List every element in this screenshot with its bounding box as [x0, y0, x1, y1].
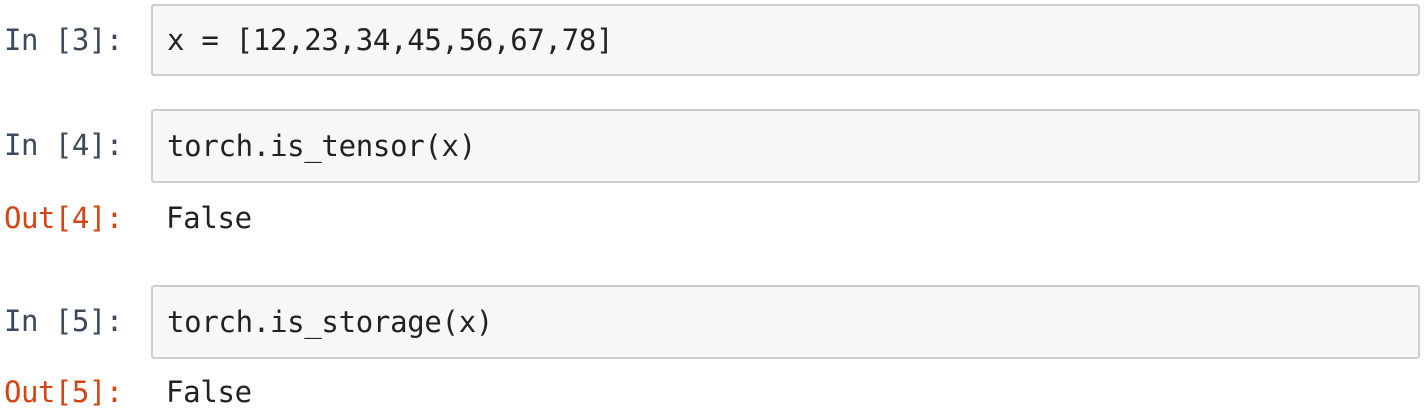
code-input-area[interactable]: torch.is_tensor(x): [151, 109, 1420, 183]
notebook-cell-5: In [5]: torch.is_storage(x) Out[5]: Fals…: [0, 284, 1425, 413]
code-line[interactable]: torch.is_storage(x): [167, 305, 493, 339]
output-text: False: [166, 201, 252, 235]
code-line[interactable]: x = [12,23,34,45,56,67,78]: [167, 23, 613, 57]
notebook-cell-3: In [3]: x = [12,23,34,45,56,67,78]: [0, 0, 1425, 90]
output-text: False: [166, 375, 252, 409]
output-prompt: Out[5]:: [4, 375, 123, 409]
notebook-cell-4: In [4]: torch.is_tensor(x) Out[4]: False: [0, 108, 1425, 238]
output-prompt: Out[4]:: [4, 201, 123, 235]
code-line[interactable]: torch.is_tensor(x): [167, 129, 476, 163]
input-prompt: In [5]:: [4, 304, 123, 338]
code-input-area[interactable]: torch.is_storage(x): [151, 285, 1420, 359]
input-prompt: In [3]:: [4, 23, 123, 57]
code-input-area[interactable]: x = [12,23,34,45,56,67,78]: [151, 4, 1420, 76]
input-prompt: In [4]:: [4, 128, 123, 162]
